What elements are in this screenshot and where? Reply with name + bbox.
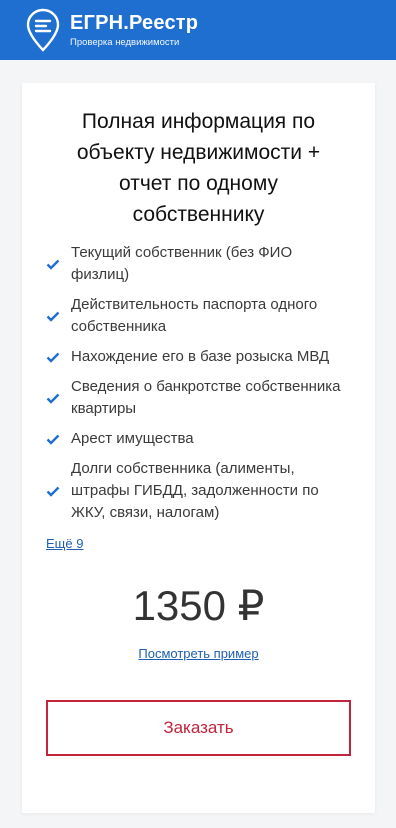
check-icon [46,434,60,445]
check-icon [46,352,60,363]
feature-text: Текущий собственник (без ФИО физлиц) [71,244,293,283]
map-pin-menu-icon[interactable] [24,7,62,53]
feature-text: Сведения о банкротстве собственника квар… [71,378,341,417]
check-icon [46,486,60,497]
order-button[interactable]: Заказать [46,700,351,756]
feature-item: Арест имущества [46,428,351,450]
logo-text[interactable]: ЕГРН.Реестр Проверка недвижимости [70,12,198,48]
view-example-link[interactable]: Посмотреть пример [46,646,351,661]
feature-text: Действительность паспорта одного собстве… [71,296,318,335]
feature-text: Арест имущества [71,430,194,447]
feature-text: Нахождение его в базе розыска МВД [71,348,330,365]
feature-list: Текущий собственник (без ФИО физлиц) Дей… [46,242,351,524]
check-icon [46,393,60,404]
check-icon [46,259,60,270]
feature-item: Действительность паспорта одного собстве… [46,294,351,338]
feature-text: Долги собственника (алименты, штрафы ГИБ… [71,460,319,521]
show-more-link[interactable]: Ещё 9 [46,536,351,551]
product-card: Полная информация по объекту недвижимост… [22,83,375,813]
price: 1350 ₽ [132,582,265,629]
app-header: ЕГРН.Реестр Проверка недвижимости [0,0,396,60]
product-title: Полная информация по объекту недвижимост… [76,110,321,226]
feature-item: Нахождение его в базе розыска МВД [46,346,351,368]
feature-item: Текущий собственник (без ФИО физлиц) [46,242,351,286]
feature-item: Сведения о банкротстве собственника квар… [46,376,351,420]
brand-name: ЕГРН.Реестр [70,12,199,34]
feature-item: Долги собственника (алименты, штрафы ГИБ… [46,458,351,524]
brand-tagline: Проверка недвижимости [70,37,180,48]
check-icon [46,311,60,322]
